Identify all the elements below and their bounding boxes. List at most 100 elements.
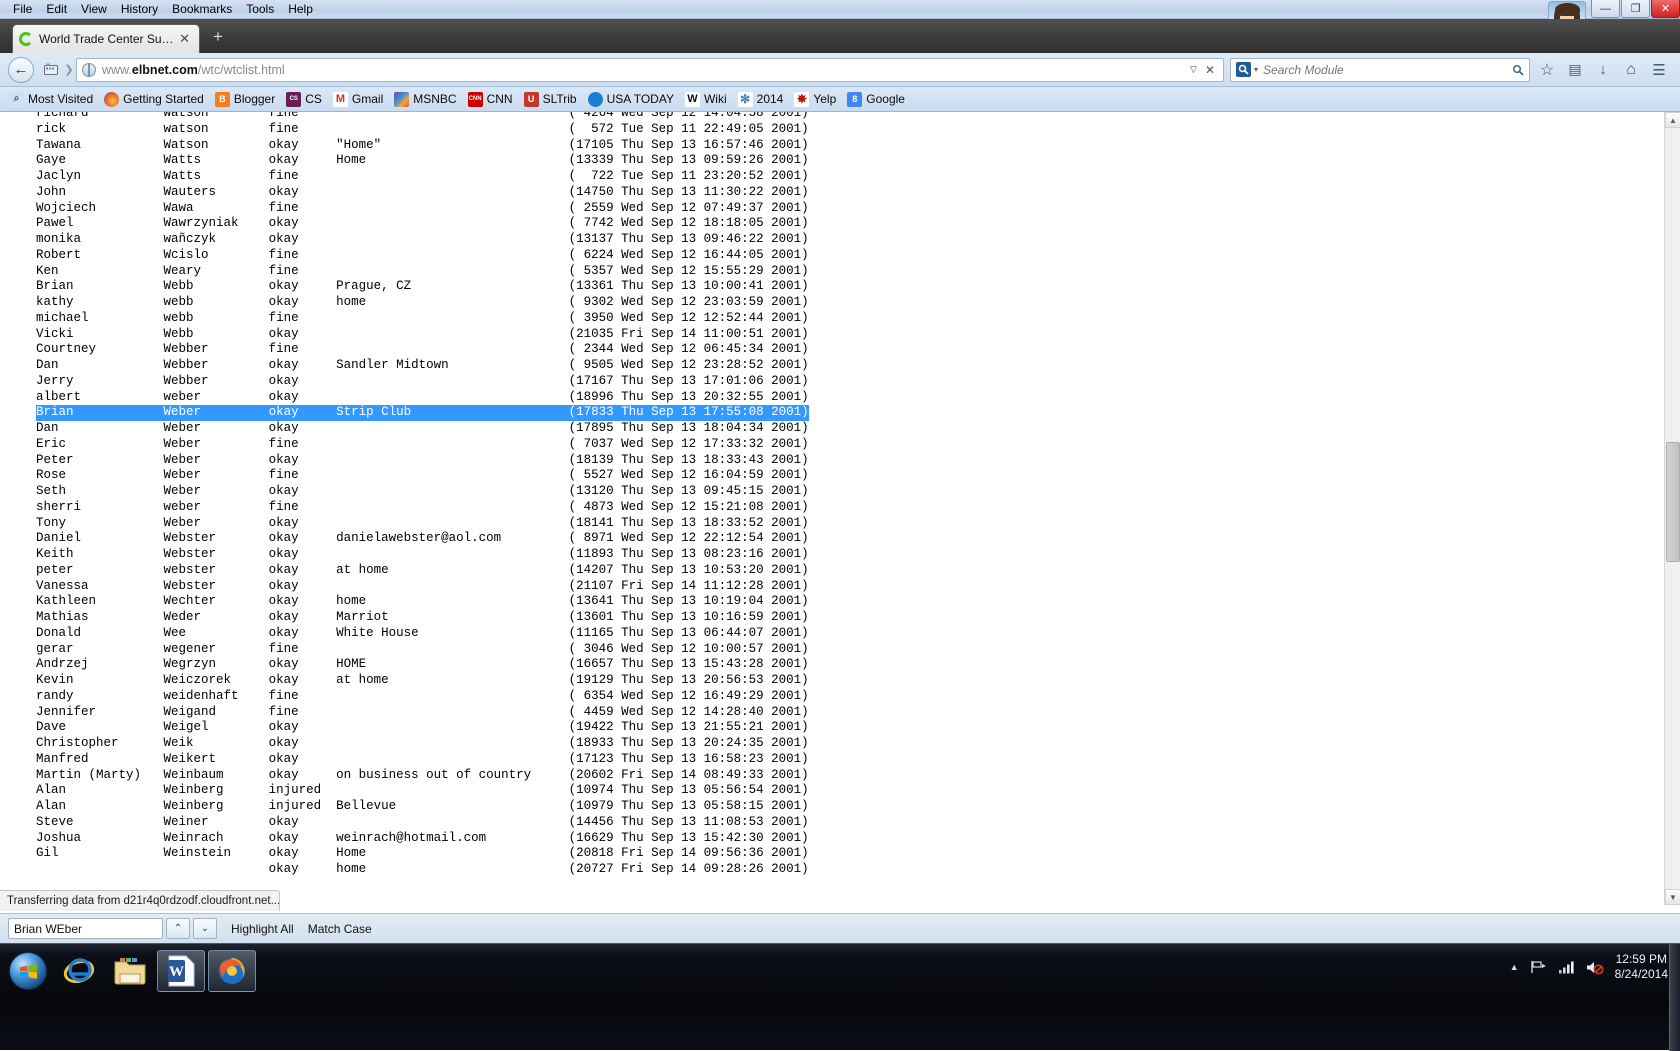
- taskbar-item-firefox[interactable]: [208, 950, 256, 992]
- table-row[interactable]: monika wañczyk okay (13137 Thu Sep 13 09…: [36, 232, 809, 248]
- volume-muted-icon[interactable]: [1586, 960, 1604, 975]
- search-input[interactable]: Search Module: [1263, 63, 1512, 77]
- table-row[interactable]: Joshua Weinrach okay weinrach@hotmail.co…: [36, 831, 809, 847]
- menu-item-bookmarks[interactable]: Bookmarks: [165, 1, 239, 18]
- site-identity-icon[interactable]: [38, 57, 64, 83]
- table-row[interactable]: Steve Weiner okay (14456 Thu Sep 13 11:0…: [36, 815, 809, 831]
- reader-list-icon[interactable]: ▤: [1562, 57, 1588, 83]
- table-row[interactable]: Jennifer Weigand fine ( 4459 Wed Sep 12 …: [36, 705, 809, 721]
- table-row[interactable]: Jaclyn Watts fine ( 722 Tue Sep 11 23:20…: [36, 169, 809, 185]
- bookmark-msnbc[interactable]: MSNBC: [394, 92, 456, 107]
- menu-item-file[interactable]: File: [6, 1, 39, 18]
- table-row[interactable]: Tony Weber okay (18141 Thu Sep 13 18:33:…: [36, 516, 809, 532]
- close-button[interactable]: ✕: [1651, 0, 1680, 18]
- table-row[interactable]: Christopher Weik okay (18933 Thu Sep 13 …: [36, 736, 809, 752]
- table-row[interactable]: Gaye Watts okay Home (13339 Thu Sep 13 0…: [36, 153, 809, 169]
- url-bar[interactable]: www.elbnet.com/wtc/wtclist.html ▽ ✕: [76, 58, 1224, 82]
- menu-item-view[interactable]: View: [74, 1, 114, 18]
- find-previous-button[interactable]: ⌃: [166, 918, 190, 939]
- table-row[interactable]: okay home (20727 Fri Sep 14 09:28:26 200…: [36, 862, 809, 878]
- table-row[interactable]: Alan Weinberg injured Bellevue (10979 Th…: [36, 799, 809, 815]
- table-row[interactable]: Ken Weary fine ( 5357 Wed Sep 12 15:55:2…: [36, 264, 809, 280]
- chevron-down-icon[interactable]: ▽: [1190, 64, 1197, 75]
- table-row[interactable]: Eric Weber fine ( 7037 Wed Sep 12 17:33:…: [36, 437, 809, 453]
- table-row[interactable]: Andrzej Wegrzyn okay HOME (16657 Thu Sep…: [36, 657, 809, 673]
- home-icon[interactable]: ⌂: [1618, 57, 1644, 83]
- search-bar[interactable]: ▾ Search Module: [1230, 58, 1530, 82]
- taskbar-item-microsoft-word[interactable]: W: [157, 950, 205, 992]
- table-row[interactable]: John Wauters okay (14750 Thu Sep 13 11:3…: [36, 185, 809, 201]
- highlight-all-button[interactable]: Highlight All: [231, 922, 294, 936]
- scroll-up-arrow-icon[interactable]: ▲: [1665, 112, 1680, 128]
- table-row[interactable]: Jerry Webber okay (17167 Thu Sep 13 17:0…: [36, 374, 809, 390]
- bookmark-cnn[interactable]: CNNCNN: [468, 92, 513, 107]
- table-row[interactable]: sherri weber fine ( 4873 Wed Sep 12 15:2…: [36, 500, 809, 516]
- minimize-button[interactable]: —: [1591, 0, 1620, 18]
- vertical-scrollbar[interactable]: ▲ ▼: [1664, 112, 1680, 905]
- menu-item-help[interactable]: Help: [281, 1, 320, 18]
- find-input[interactable]: Brian WEber: [8, 918, 163, 939]
- table-row[interactable]: richard watson fine ( 4264 Wed Sep 12 14…: [36, 112, 809, 122]
- tab-wtc-list[interactable]: World Trade Center Surviv... ✕: [12, 24, 200, 53]
- bookmark-cs[interactable]: CSCS: [286, 92, 322, 107]
- table-row[interactable]: Keith Webster okay (11893 Thu Sep 13 08:…: [36, 547, 809, 563]
- table-row[interactable]: Courtney Webber fine ( 2344 Wed Sep 12 0…: [36, 342, 809, 358]
- table-row[interactable]: Kevin Weiczorek okay at home (19129 Thu …: [36, 673, 809, 689]
- table-row[interactable]: Dan Weber okay (17895 Thu Sep 13 18:04:3…: [36, 421, 809, 437]
- bookmark-google[interactable]: 8Google: [847, 92, 905, 107]
- table-row[interactable]: Dave Weigel okay (19422 Thu Sep 13 21:55…: [36, 720, 809, 736]
- table-row[interactable]: Tawana Watson okay "Home" (17105 Thu Sep…: [36, 138, 809, 154]
- clock[interactable]: 12:59 PM 8/24/2014: [1615, 952, 1668, 982]
- scrollbar-thumb[interactable]: [1666, 442, 1680, 562]
- bookmark-wiki[interactable]: WWiki: [685, 92, 727, 107]
- taskbar-item-internet-explorer[interactable]: [55, 950, 103, 992]
- table-row[interactable]: Rose Weber fine ( 5527 Wed Sep 12 16:04:…: [36, 468, 809, 484]
- menu-item-tools[interactable]: Tools: [239, 1, 281, 18]
- table-row[interactable]: Robert Wcislo fine ( 6224 Wed Sep 12 16:…: [36, 248, 809, 264]
- table-row[interactable]: Manfred Weikert okay (17123 Thu Sep 13 1…: [36, 752, 809, 768]
- table-row[interactable]: rick watson fine ( 572 Tue Sep 11 22:49:…: [36, 122, 809, 138]
- table-row[interactable]: michael webb fine ( 3950 Wed Sep 12 12:5…: [36, 311, 809, 327]
- find-next-button[interactable]: ⌄: [193, 918, 217, 939]
- table-row[interactable]: randy weidenhaft fine ( 6354 Wed Sep 12 …: [36, 689, 809, 705]
- table-row[interactable]: Kathleen Wechter okay home (13641 Thu Se…: [36, 594, 809, 610]
- bookmark-star-icon[interactable]: ☆: [1534, 57, 1560, 83]
- table-row[interactable]: Brian Webb okay Prague, CZ (13361 Thu Se…: [36, 279, 809, 295]
- table-row[interactable]: Gil Weinstein okay Home (20818 Fri Sep 1…: [36, 846, 809, 862]
- table-row[interactable]: Alan Weinberg injured (10974 Thu Sep 13 …: [36, 783, 809, 799]
- bookmark-2014[interactable]: ✻2014: [738, 92, 784, 107]
- bookmark-sltrib[interactable]: USLTrib: [524, 92, 577, 107]
- table-row[interactable]: Vicki Webb okay (21035 Fri Sep 14 11:00:…: [36, 327, 809, 343]
- table-row[interactable]: Vanessa Webster okay (21107 Fri Sep 14 1…: [36, 579, 809, 595]
- scroll-down-arrow-icon[interactable]: ▼: [1665, 889, 1680, 905]
- menu-item-history[interactable]: History: [114, 1, 165, 18]
- bookmark-gmail[interactable]: MGmail: [333, 92, 383, 107]
- taskbar-item-file-explorer[interactable]: [106, 950, 154, 992]
- new-tab-button[interactable]: +: [213, 29, 223, 45]
- menu-item-edit[interactable]: Edit: [39, 1, 74, 18]
- table-row[interactable]: Mathias Weder okay Marriot (13601 Thu Se…: [36, 610, 809, 626]
- table-row[interactable]: Dan Webber okay Sandler Midtown ( 9505 W…: [36, 358, 809, 374]
- bookmark-usa-today[interactable]: USA TODAY: [588, 92, 674, 107]
- match-case-button[interactable]: Match Case: [308, 922, 372, 936]
- maximize-button[interactable]: ❐: [1621, 0, 1650, 18]
- show-desktop-button[interactable]: [1669, 944, 1680, 1051]
- table-row[interactable]: kathy webb okay home ( 9302 Wed Sep 12 2…: [36, 295, 809, 311]
- table-row-selected[interactable]: Brian Weber okay Strip Club (17833 Thu S…: [36, 405, 809, 421]
- chevron-down-icon[interactable]: ▾: [1254, 65, 1258, 74]
- download-icon[interactable]: ↓: [1590, 57, 1616, 83]
- table-row[interactable]: Wojciech Wawa fine ( 2559 Wed Sep 12 07:…: [36, 201, 809, 217]
- bookmark-getting-started[interactable]: Getting Started: [104, 92, 204, 107]
- search-engine-icon[interactable]: [1236, 62, 1251, 77]
- start-button[interactable]: [4, 950, 52, 992]
- close-icon[interactable]: ✕: [176, 31, 193, 47]
- hamburger-menu-icon[interactable]: ☰: [1646, 57, 1672, 83]
- bookmark-yelp[interactable]: ✸Yelp: [794, 92, 836, 107]
- table-row[interactable]: albert weber okay (18996 Thu Sep 13 20:3…: [36, 390, 809, 406]
- stop-icon[interactable]: ✕: [1205, 63, 1215, 77]
- network-flag-icon[interactable]: [1530, 960, 1547, 974]
- table-row[interactable]: peter webster okay at home (14207 Thu Se…: [36, 563, 809, 579]
- table-row[interactable]: Martin (Marty) Weinbaum okay on business…: [36, 768, 809, 784]
- signal-bars-icon[interactable]: [1558, 960, 1575, 974]
- table-row[interactable]: Pawel Wawrzyniak okay ( 7742 Wed Sep 12 …: [36, 216, 809, 232]
